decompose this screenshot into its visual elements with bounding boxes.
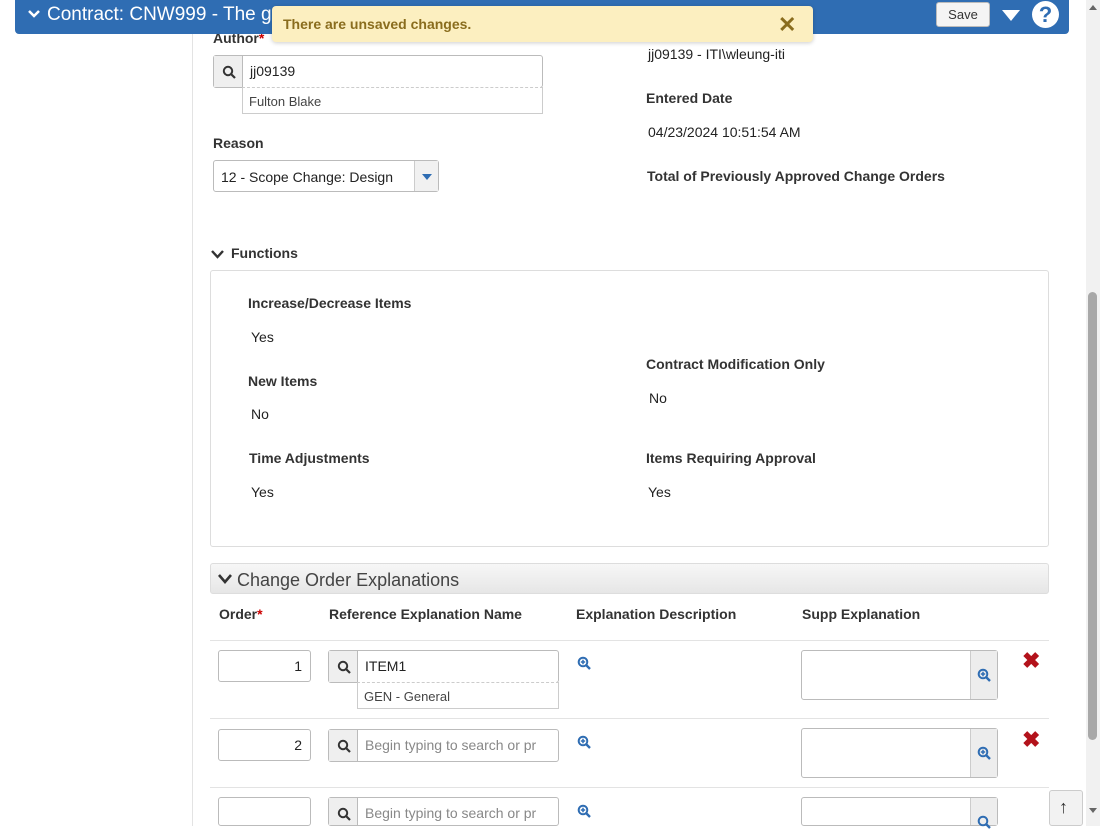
author-name-display: Fulton Blake [242,87,543,114]
row-divider [210,787,1049,788]
supp-explanation-field[interactable] [801,797,998,829]
ref-search-button[interactable] [329,651,358,682]
user-value: jj09139 - ITI\wleung-iti [648,46,785,62]
ref-input-placeholder[interactable]: Begin typing to search or pr [365,737,536,753]
ref-input[interactable]: ITEM1 [365,658,406,674]
increase-decrease-label: Increase/Decrease Items [248,295,412,311]
chevron-down-icon[interactable] [211,249,224,260]
scroll-up-icon[interactable] [1089,5,1097,10]
col-description: Explanation Description [576,606,737,622]
reason-value: 12 - Scope Change: Design [221,169,393,185]
author-input[interactable]: jj09139 [250,63,295,79]
delete-row-icon[interactable]: ✖ [1022,648,1040,674]
chevron-down-icon[interactable] [27,7,41,21]
order-input[interactable]: 1 [218,650,311,682]
scroll-down-icon[interactable] [1089,808,1097,813]
ref-search-button[interactable] [329,798,358,825]
author-lookup[interactable]: jj09139 [213,55,543,88]
supp-zoom-button[interactable] [970,729,997,777]
explanations-section-header[interactable]: Change Order Explanations [210,563,1049,594]
scrollbar-thumb[interactable] [1088,292,1097,740]
author-search-button[interactable] [214,56,243,87]
scroll-to-top-button[interactable]: ↑ [1049,790,1083,826]
ref-sub-text: GEN - General [364,689,450,704]
new-items-value: No [251,406,269,422]
functions-box [210,270,1049,547]
zoom-icon[interactable] [577,804,591,818]
entered-date-label: Entered Date [646,90,733,106]
zoom-icon[interactable] [577,735,591,749]
ref-sub-display: GEN - General [357,682,559,709]
chevron-down-icon [218,574,232,584]
close-icon[interactable]: ✕ [778,12,796,38]
ref-lookup[interactable]: Begin typing to search or pr [328,797,559,826]
arrow-up-icon: ↑ [1059,797,1068,817]
reason-select[interactable]: 12 - Scope Change: Design [213,160,439,192]
items-approval-label: Items Requiring Approval [646,450,816,466]
row-divider [210,718,1049,719]
functions-title[interactable]: Functions [231,245,298,261]
search-icon [337,739,351,753]
total-approved-label: Total of Previously Approved Change Orde… [647,168,945,184]
ref-lookup[interactable]: Begin typing to search or pr [328,729,559,762]
zoom-icon [977,668,991,682]
delete-row-icon[interactable]: ✖ [1022,727,1040,753]
supp-zoom-button[interactable] [970,651,997,699]
col-order: Order* [219,606,263,622]
save-button[interactable]: Save [936,2,990,27]
caret-down-icon[interactable] [1002,10,1020,21]
col-ref-name: Reference Explanation Name [329,606,522,622]
entered-date-value: 04/23/2024 10:51:54 AM [648,124,801,140]
time-adjustments-value: Yes [251,484,274,500]
author-name-text: Fulton Blake [249,94,322,109]
zoom-icon [977,815,991,829]
reason-label: Reason [213,135,264,151]
contract-mod-label: Contract Modification Only [646,356,825,372]
increase-decrease-value: Yes [251,329,274,345]
zoom-icon [977,746,991,760]
toast-message: There are unsaved changes. [283,16,472,32]
left-gutter [0,0,193,826]
time-adjustments-label: Time Adjustments [249,450,370,466]
contract-mod-value: No [649,390,667,406]
dropdown-arrow-icon[interactable] [414,161,438,191]
supp-zoom-button[interactable] [970,798,997,829]
order-input[interactable] [218,797,311,826]
supp-explanation-field[interactable] [801,728,998,778]
explanations-title: Change Order Explanations [237,570,460,590]
required-marker: * [257,606,263,622]
items-approval-value: Yes [648,484,671,500]
supp-explanation-field[interactable] [801,650,998,700]
col-order-text: Order [219,606,258,622]
col-supp: Supp Explanation [802,606,921,622]
unsaved-changes-toast: There are unsaved changes. ✕ [272,6,813,42]
row-divider [210,640,1049,641]
zoom-icon[interactable] [577,656,591,670]
search-icon [337,807,351,821]
ref-search-button[interactable] [329,730,358,761]
ref-lookup[interactable]: ITEM1 [328,650,559,683]
help-icon[interactable]: ? [1032,1,1059,28]
search-icon [337,660,351,674]
search-icon [222,65,236,79]
ref-input-placeholder[interactable]: Begin typing to search or pr [365,805,536,821]
vertical-scrollbar[interactable] [1086,0,1100,826]
contract-title: Contract: CNW999 - The great [47,4,287,25]
order-input[interactable]: 2 [218,729,311,761]
new-items-label: New Items [248,373,318,389]
